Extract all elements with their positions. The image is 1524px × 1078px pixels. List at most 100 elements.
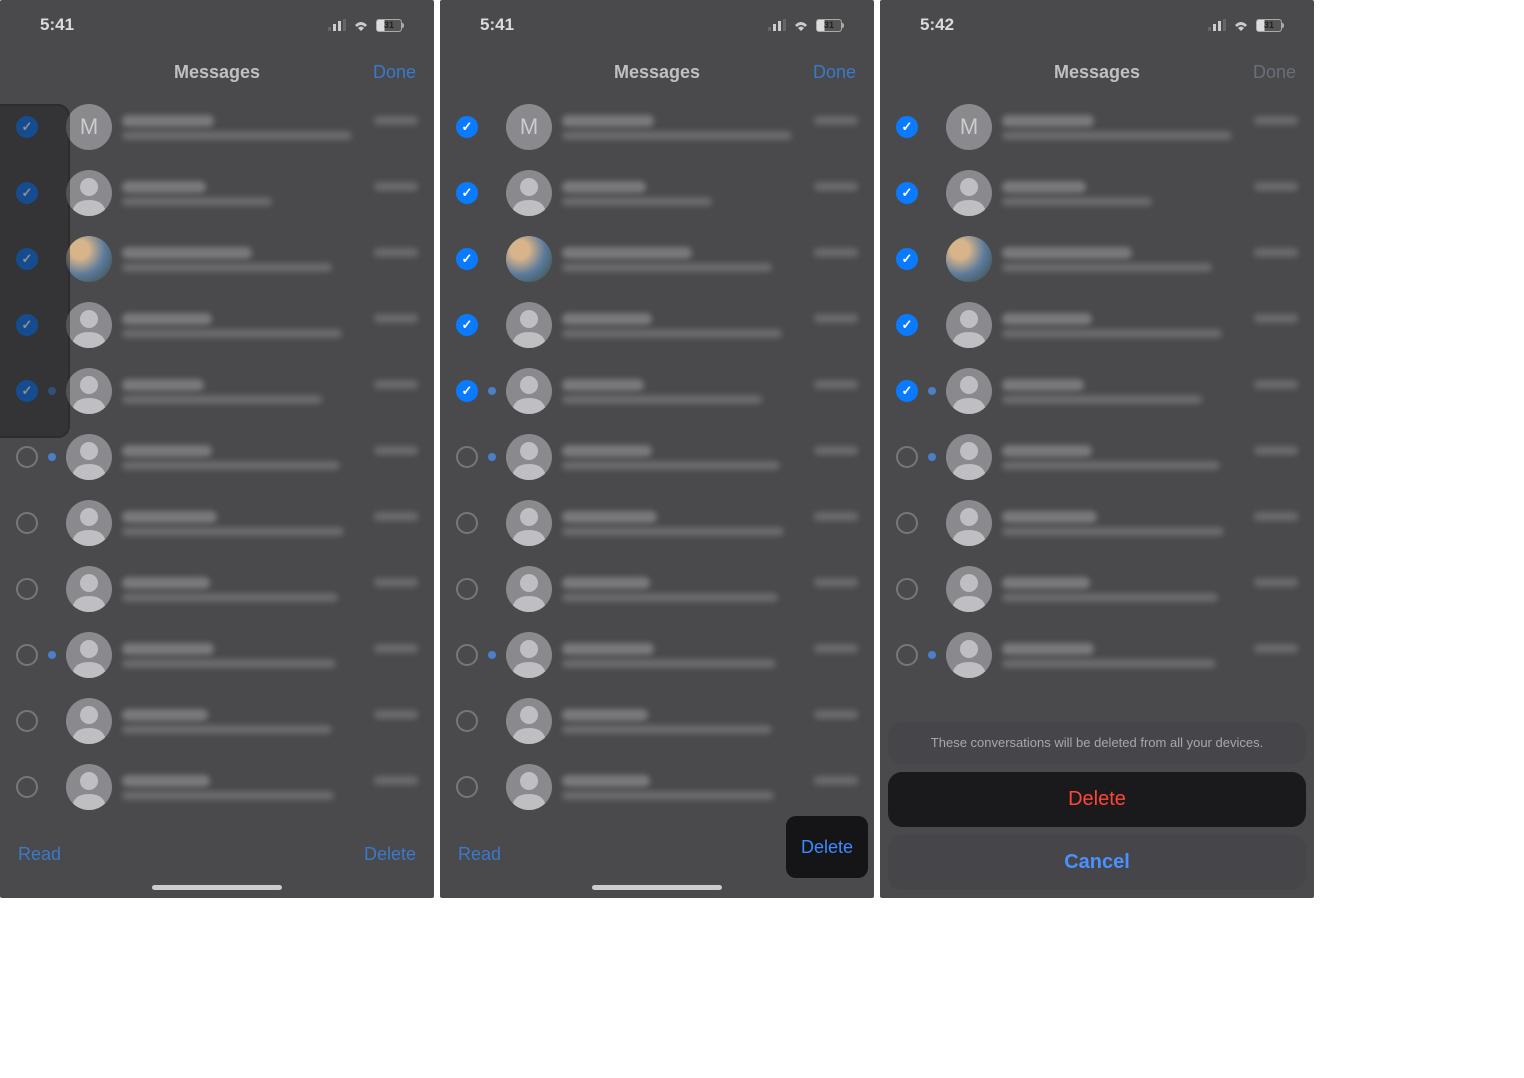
selection-checkbox[interactable]	[456, 578, 478, 600]
status-time: 5:41	[480, 15, 514, 35]
selection-checkbox[interactable]	[16, 116, 38, 138]
sheet-cancel-button[interactable]: Cancel	[888, 835, 1306, 890]
selection-checkbox[interactable]	[16, 182, 38, 204]
conversation-row[interactable]: M	[0, 94, 434, 160]
contact-name-blurred	[562, 577, 650, 589]
conversation-row[interactable]	[880, 292, 1314, 358]
conversation-row[interactable]	[880, 556, 1314, 622]
contact-name-blurred	[562, 775, 650, 787]
wifi-icon	[1232, 19, 1250, 31]
selection-checkbox[interactable]	[896, 314, 918, 336]
timestamp-blurred	[1254, 644, 1298, 653]
selection-checkbox[interactable]	[16, 644, 38, 666]
selection-checkbox[interactable]	[896, 248, 918, 270]
conversation-row[interactable]	[880, 226, 1314, 292]
selection-checkbox[interactable]	[16, 380, 38, 402]
conversation-row[interactable]	[440, 754, 874, 820]
done-button[interactable]: Done	[373, 62, 416, 83]
conversation-row[interactable]	[0, 556, 434, 622]
conversation-row[interactable]	[0, 292, 434, 358]
read-button[interactable]: Read	[18, 844, 61, 865]
message-preview-blurred	[1002, 263, 1212, 272]
avatar	[946, 566, 992, 612]
conversation-row[interactable]	[0, 424, 434, 490]
timestamp-blurred	[374, 512, 418, 521]
status-right: 31	[768, 19, 844, 32]
selection-checkbox[interactable]	[16, 776, 38, 798]
conversation-preview	[562, 434, 862, 480]
battery-icon: 31	[1256, 19, 1284, 32]
conversation-row[interactable]	[440, 490, 874, 556]
selection-checkbox[interactable]	[456, 776, 478, 798]
avatar	[506, 434, 552, 480]
selection-checkbox[interactable]	[896, 446, 918, 468]
conversation-preview	[1002, 170, 1302, 216]
selection-checkbox[interactable]	[896, 116, 918, 138]
avatar	[66, 368, 112, 414]
conversation-row[interactable]	[880, 160, 1314, 226]
selection-checkbox[interactable]	[456, 512, 478, 534]
contact-name-blurred	[122, 445, 212, 457]
timestamp-blurred	[374, 116, 418, 125]
selection-checkbox[interactable]	[16, 446, 38, 468]
conversation-row[interactable]	[440, 424, 874, 490]
conversation-row[interactable]	[440, 292, 874, 358]
conversation-row[interactable]	[0, 688, 434, 754]
selection-checkbox[interactable]	[456, 314, 478, 336]
selection-checkbox[interactable]	[16, 314, 38, 336]
home-indicator	[152, 885, 282, 890]
selection-checkbox[interactable]	[896, 182, 918, 204]
selection-checkbox[interactable]	[456, 380, 478, 402]
contact-name-blurred	[1002, 313, 1092, 325]
conversation-row[interactable]	[880, 424, 1314, 490]
selection-checkbox[interactable]	[896, 644, 918, 666]
selection-checkbox[interactable]	[456, 446, 478, 468]
conversation-row[interactable]	[440, 622, 874, 688]
read-button[interactable]: Read	[458, 844, 501, 865]
message-preview-blurred	[562, 527, 784, 536]
delete-button[interactable]: Delete	[364, 844, 416, 865]
selection-checkbox[interactable]	[16, 512, 38, 534]
conversation-row[interactable]	[440, 688, 874, 754]
conversation-row[interactable]	[0, 490, 434, 556]
selection-checkbox[interactable]	[896, 512, 918, 534]
conversation-row[interactable]: M	[880, 94, 1314, 160]
contact-name-blurred	[122, 115, 214, 127]
conversation-row[interactable]	[0, 754, 434, 820]
conversation-row[interactable]	[0, 622, 434, 688]
contact-name-blurred	[562, 313, 652, 325]
selection-checkbox[interactable]	[456, 248, 478, 270]
conversation-row[interactable]	[880, 490, 1314, 556]
conversation-row[interactable]	[0, 226, 434, 292]
conversation-row[interactable]	[440, 556, 874, 622]
conversation-row[interactable]	[0, 358, 434, 424]
status-bar: 5:41 31	[440, 0, 874, 50]
avatar	[66, 302, 112, 348]
conversation-row[interactable]	[440, 160, 874, 226]
selection-checkbox[interactable]	[456, 644, 478, 666]
timestamp-blurred	[1254, 314, 1298, 323]
timestamp-blurred	[1254, 116, 1298, 125]
conversation-row[interactable]	[880, 358, 1314, 424]
message-preview-blurred	[122, 791, 334, 800]
selection-checkbox[interactable]	[16, 578, 38, 600]
sheet-delete-button[interactable]: Delete	[888, 772, 1306, 827]
conversation-row[interactable]	[440, 358, 874, 424]
selection-checkbox[interactable]	[896, 578, 918, 600]
contact-name-blurred	[562, 379, 644, 391]
conversation-row[interactable]: M	[440, 94, 874, 160]
conversation-row[interactable]	[440, 226, 874, 292]
conversation-row[interactable]	[0, 160, 434, 226]
selection-checkbox[interactable]	[456, 710, 478, 732]
timestamp-blurred	[814, 446, 858, 455]
selection-checkbox[interactable]	[456, 182, 478, 204]
selection-checkbox[interactable]	[896, 380, 918, 402]
done-button[interactable]: Done	[1253, 62, 1296, 83]
conversation-row[interactable]	[880, 622, 1314, 688]
avatar	[946, 500, 992, 546]
done-button[interactable]: Done	[813, 62, 856, 83]
avatar	[946, 302, 992, 348]
selection-checkbox[interactable]	[456, 116, 478, 138]
selection-checkbox[interactable]	[16, 710, 38, 732]
selection-checkbox[interactable]	[16, 248, 38, 270]
